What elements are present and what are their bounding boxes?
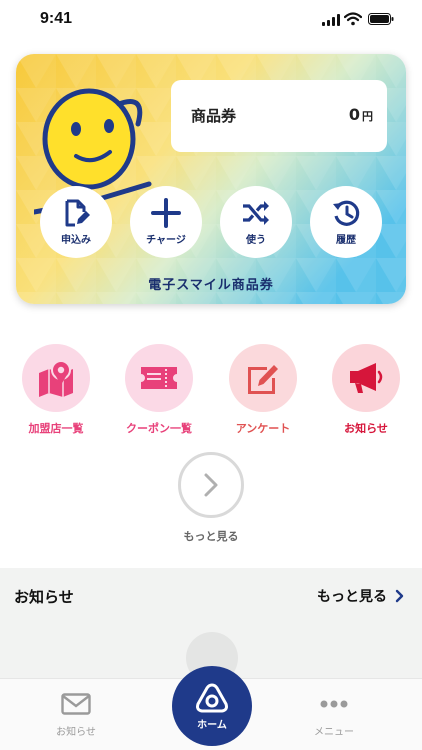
news-circle [332, 344, 400, 412]
quick-item-coupons[interactable]: クーポン一覧 [117, 344, 201, 436]
gift-card[interactable]: 商品券 0円 申込み チャージ 使う 履歴 電子スマイル商品券 [16, 54, 406, 304]
survey-circle [229, 344, 297, 412]
megaphone-icon [350, 363, 383, 393]
wifi-icon [344, 12, 362, 26]
balance-amount: 0 [348, 105, 360, 124]
more-button[interactable] [178, 452, 244, 518]
chevron-right-icon [395, 589, 404, 603]
map-pin-icon [39, 360, 73, 397]
signal-icon [322, 14, 340, 26]
mail-icon [61, 693, 91, 715]
tab-news-label: お知らせ [56, 727, 96, 738]
use-button[interactable]: 使う [220, 186, 292, 258]
more-label: もっと見る [183, 530, 239, 543]
battery-icon [368, 13, 394, 25]
edit-icon [248, 365, 278, 394]
quick-item-news[interactable]: お知らせ [324, 344, 408, 436]
apply-label: 申込み [61, 235, 91, 246]
use-label: 使う [246, 235, 266, 246]
news-menu-label: お知らせ [344, 422, 388, 435]
balance-box: 商品券 0円 [171, 80, 387, 152]
news-more-link[interactable]: もっと見る [317, 586, 404, 606]
news-section: お知らせ もっと見る [0, 568, 422, 684]
more-dots-icon [320, 700, 348, 708]
apply-button[interactable]: 申込み [40, 186, 112, 258]
chevron-right-icon [204, 473, 218, 497]
balance-unit: 円 [362, 110, 373, 123]
quick-item-stores[interactable]: 加盟店一覧 [14, 344, 98, 436]
apply-document-icon [65, 199, 90, 227]
coupons-circle [125, 344, 193, 412]
history-label: 履歴 [336, 235, 356, 246]
charge-label: チャージ [146, 235, 186, 246]
card-title: 電子スマイル商品券 [148, 278, 274, 293]
charge-button[interactable]: チャージ [130, 186, 202, 258]
status-time: 9:41 [40, 10, 73, 27]
tab-menu-label: メニュー [314, 727, 354, 738]
home-logo-icon [196, 682, 228, 712]
history-button[interactable]: 履歴 [310, 186, 382, 258]
tab-news[interactable]: お知らせ [36, 693, 116, 738]
stores-circle [22, 344, 90, 412]
news-title: お知らせ [14, 588, 74, 606]
plus-icon [151, 198, 181, 228]
tab-menu[interactable]: メニュー [294, 693, 374, 738]
news-more-label: もっと見る [317, 589, 387, 605]
balance-value: 0円 [349, 105, 373, 124]
quick-item-survey[interactable]: アンケート [221, 344, 305, 436]
history-icon [333, 200, 360, 226]
coupons-label: クーポン一覧 [126, 422, 192, 435]
tab-home[interactable]: ホーム [172, 666, 252, 746]
survey-label: アンケート [235, 422, 291, 435]
status-bar: 9:41 [0, 0, 422, 44]
shuffle-icon [243, 201, 269, 225]
ticket-icon [141, 367, 177, 389]
balance-label: 商品券 [191, 107, 237, 125]
tab-home-label: ホーム [197, 719, 227, 731]
stores-label: 加盟店一覧 [28, 422, 84, 435]
